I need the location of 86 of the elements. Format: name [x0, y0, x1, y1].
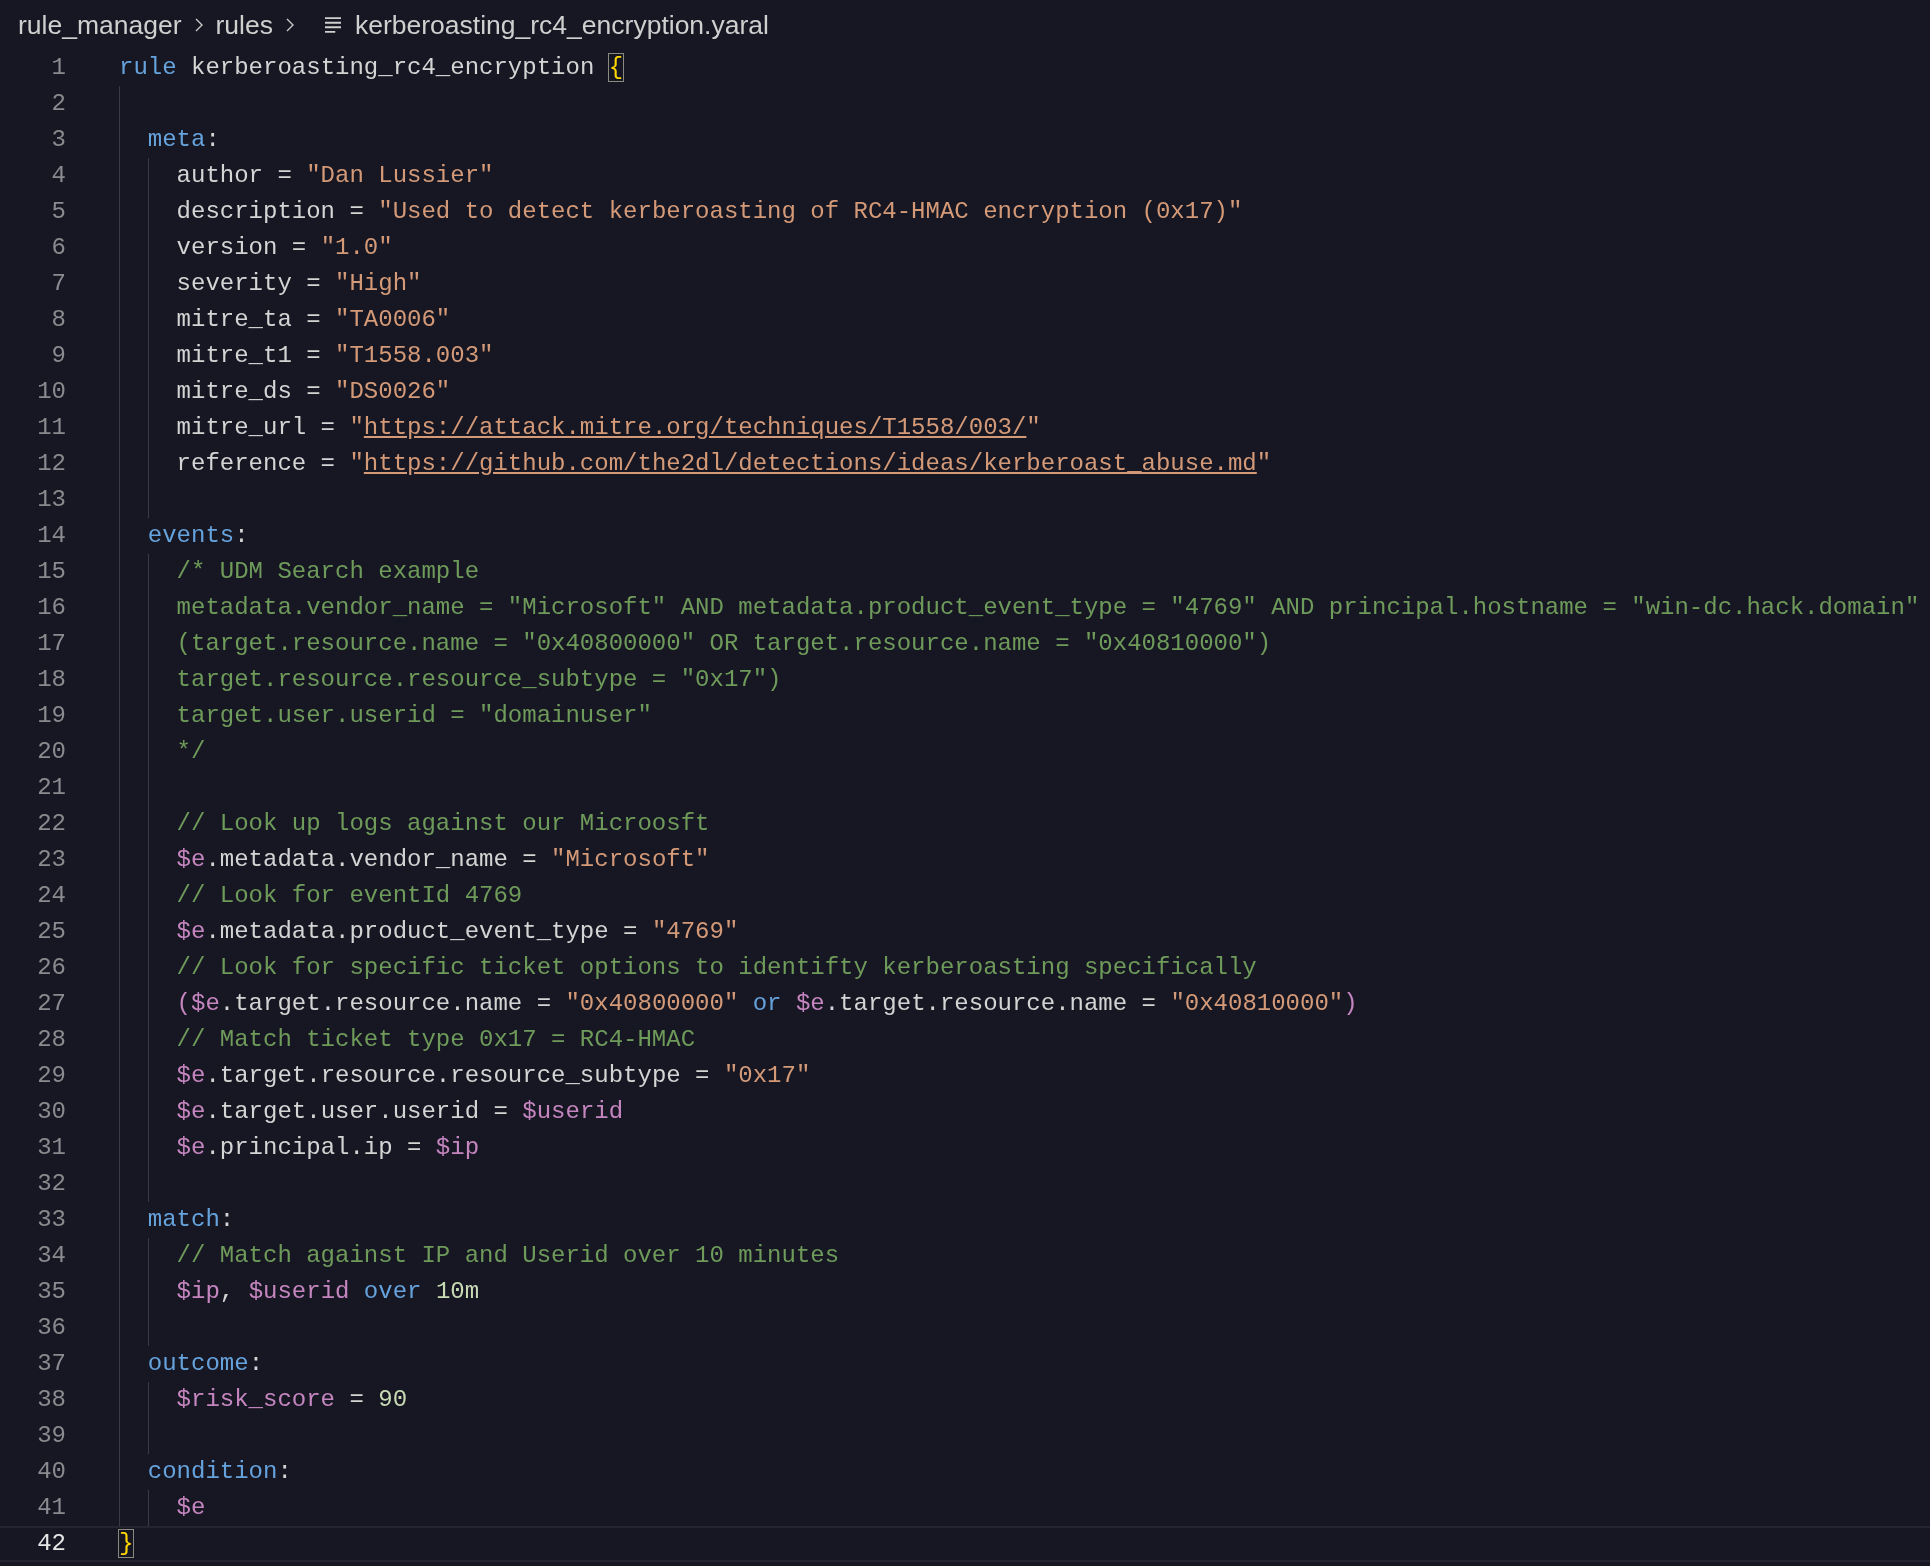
line-number: 5	[50, 197, 66, 227]
line-number: 4	[50, 161, 66, 191]
code-line: ($e.target.resource.name = "0x40800000" or $e.target.resource.name = "0x40810000")	[176, 989, 1358, 1019]
code-line: $e.principal.ip = $ip	[176, 1133, 480, 1163]
line-number: 15	[36, 557, 66, 587]
line-number: 16	[36, 593, 66, 623]
line-number: 30	[36, 1097, 66, 1127]
code-line: /* UDM Search example	[176, 557, 480, 587]
code-line: description = "Used to detect kerberoasting of RC4-HMAC encryption (0x17)"	[176, 197, 1243, 227]
code-line: meta:	[147, 125, 220, 155]
breadcrumb-item[interactable]: rules	[215, 9, 273, 41]
line-number: 38	[36, 1385, 66, 1415]
lines-icon	[325, 17, 341, 33]
code-line: $ip, $userid over 10m	[176, 1277, 480, 1307]
line-number: 32	[36, 1169, 66, 1199]
line-number: 25	[36, 917, 66, 947]
code-line: // Match ticket type 0x17 = RC4-HMAC	[176, 1025, 696, 1055]
breadcrumb-item[interactable]: kerberoasting_rc4_encryption.yaral	[355, 9, 769, 41]
line-number: 28	[36, 1025, 66, 1055]
code-line: $e.metadata.product_event_type = "4769"	[176, 917, 739, 947]
line-number: 9	[50, 341, 66, 371]
line-number: 19	[36, 701, 66, 731]
code-line: metadata.vendor_name = "Microsoft" AND metadata.product_event_type = "4769" AND principal.hostname = "win-dc.hack.domain"	[176, 593, 1920, 623]
line-number: 39	[36, 1421, 66, 1451]
code-line: events:	[147, 521, 249, 551]
chevron-icon	[285, 17, 295, 33]
line-number: 11	[36, 413, 66, 443]
line-number: 17	[36, 629, 66, 659]
code-line: match:	[147, 1205, 235, 1235]
code-line: reference = "https://github.com/the2dl/detections/ideas/kerberoast_abuse.md"	[176, 449, 1272, 479]
line-number: 23	[36, 845, 66, 875]
line-number: 6	[50, 233, 66, 263]
code-line: rule kerberoasting_rc4_encryption {	[119, 53, 624, 83]
code-line: target.user.userid = "domainuser"	[176, 701, 652, 731]
code-line: // Look for eventId 4769	[176, 881, 523, 911]
line-number: 31	[36, 1133, 66, 1163]
code-line: // Match against IP and Userid over 10 minutes	[176, 1241, 840, 1271]
code-line: // Look up logs against our Microosft	[176, 809, 710, 839]
code-line: $e.metadata.vendor_name = "Microsoft"	[176, 845, 710, 875]
line-number: 3	[50, 125, 66, 155]
line-number: 10	[36, 377, 66, 407]
code-line: */	[176, 737, 206, 767]
code-line: mitre_url = "https://attack.mitre.org/techniques/T1558/003/"	[176, 413, 1041, 443]
code-line: mitre_ta = "TA0006"	[176, 305, 451, 335]
url-link[interactable]: https://attack.mitre.org/techniques/T1558/003/	[363, 414, 1027, 441]
line-number: 33	[36, 1205, 66, 1235]
line-number: 8	[50, 305, 66, 335]
line-number: 14	[36, 521, 66, 551]
url-link[interactable]: https://github.com/the2dl/detections/ideas/kerberoast_abuse.md	[363, 450, 1257, 477]
code-line: (target.resource.name = "0x40800000" OR target.resource.name = "0x40810000")	[176, 629, 1272, 659]
breadcrumb-item[interactable]: rule_manager	[18, 9, 182, 41]
line-number: 13	[36, 485, 66, 515]
line-number: 20	[36, 737, 66, 767]
code-line: mitre_t1 = "T1558.003"	[176, 341, 494, 371]
line-number: 1	[50, 53, 66, 83]
line-number: 37	[36, 1349, 66, 1379]
code-line: target.resource.resource_subtype = "0x17")	[176, 665, 782, 695]
code-line: $e	[176, 1493, 206, 1523]
code-line: condition:	[147, 1457, 292, 1487]
line-number: 21	[36, 773, 66, 803]
line-number: 36	[36, 1313, 66, 1343]
line-number: 27	[36, 989, 66, 1019]
line-number: 29	[36, 1061, 66, 1091]
code-line: $risk_score = 90	[176, 1385, 408, 1415]
line-number: 18	[36, 665, 66, 695]
line-number: 34	[36, 1241, 66, 1271]
code-line: severity = "High"	[176, 269, 422, 299]
line-number: 12	[36, 449, 66, 479]
line-number: 26	[36, 953, 66, 983]
line-number: 22	[36, 809, 66, 839]
line-number: 35	[36, 1277, 66, 1307]
code-line: outcome:	[147, 1349, 264, 1379]
code-line: mitre_ds = "DS0026"	[176, 377, 451, 407]
line-number: 2	[50, 89, 66, 119]
line-number: 24	[36, 881, 66, 911]
code-line: author = "Dan Lussier"	[176, 161, 494, 191]
code-line: $e.target.user.userid = $userid	[176, 1097, 624, 1127]
code-line: $e.target.resource.resource_subtype = "0x17"	[176, 1061, 811, 1091]
chevron-icon	[193, 17, 204, 33]
code-line: // Look for specific ticket options to identifty kerberoasting specifically	[176, 953, 1257, 983]
code-line: version = "1.0"	[176, 233, 393, 263]
line-number: 40	[36, 1457, 66, 1487]
code-line: }	[119, 1529, 134, 1559]
line-number: 7	[50, 269, 66, 299]
line-number: 41	[36, 1493, 66, 1523]
line-number: 42	[36, 1529, 66, 1559]
